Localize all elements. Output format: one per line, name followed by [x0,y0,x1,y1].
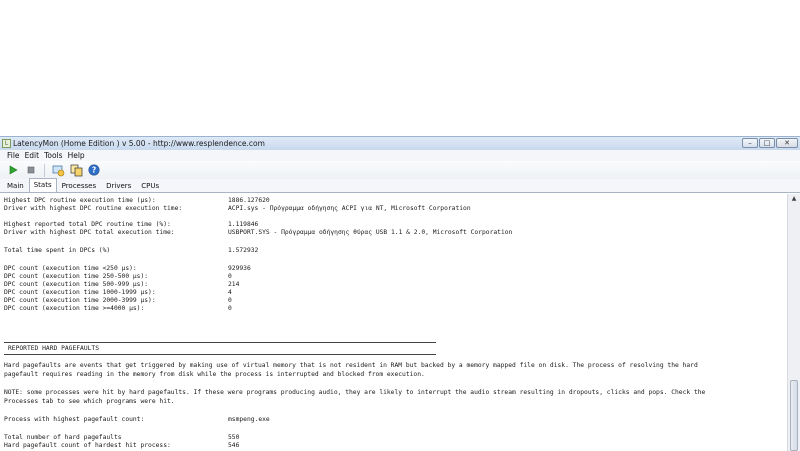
stat-value: 4 [228,289,232,296]
stat-value: 0 [228,273,232,280]
stat-value: USBPORT.SYS - Πρόγραμμα οδήγησης θύρας U… [228,229,513,236]
description-line: Hard pagefaults are events that get trig… [4,362,698,369]
stat-label: Process with highest pagefault count: [4,416,145,423]
menu-edit[interactable]: Edit [25,150,40,161]
help-glyph: ? [92,166,96,175]
stat-label: DPC count (execution time <250 µs): [4,265,137,272]
stat-label: Total number of hard pagefaults [4,434,122,441]
stat-row: Total time spent in DPCs (%) 1.572932 [4,247,258,255]
tab-main[interactable]: Main [2,179,29,192]
stat-label: Highest DPC routine execution time (µs): [4,197,156,204]
vertical-scrollbar[interactable]: ▲ [787,194,800,451]
play-icon[interactable] [6,163,20,177]
stat-row: Driver with highest DPC routine executio… [4,205,471,213]
menu-tools[interactable]: Tools [44,150,62,161]
stat-row: DPC count (execution time >=4000 µs): 0 [4,305,232,313]
app-icon: L [2,139,11,148]
latencymon-window: L LatencyMon (Home Edition ) v 5.00 - ht… [0,136,800,451]
stat-row: Driver with highest DPC total execution … [4,229,512,237]
copy-icon[interactable] [69,163,83,177]
menu-file[interactable]: File [7,150,20,161]
description-line: pagefault requires reading in the memory… [4,371,425,378]
note-line: Processes tab to see which programs were… [4,398,175,405]
window-title: LatencyMon (Home Edition ) v 5.00 - http… [13,139,265,148]
maximize-button[interactable]: □ [759,138,775,148]
stat-value: 546 [228,442,240,449]
stat-value: 1.572932 [228,247,259,254]
menu-help[interactable]: Help [68,150,85,161]
tab-processes[interactable]: Processes [57,179,102,192]
scrollbar-thumb[interactable] [790,380,798,451]
stat-label: DPC count (execution time 2000-3999 µs): [4,297,156,304]
stat-value: 0 [228,297,232,304]
section-heading: REPORTED HARD PAGEFAULTS [8,345,99,352]
stat-row: DPC count (execution time 2000-3999 µs):… [4,297,232,305]
close-button[interactable]: ✕ [776,138,798,148]
stat-row: Hard pagefault count of hardest hit proc… [4,442,239,450]
stat-value: 0 [228,305,232,312]
stats-report[interactable]: Highest DPC routine execution time (µs):… [2,194,785,451]
menu-bar: File Edit Tools Help [0,150,800,161]
stat-value: 550 [228,434,240,441]
stat-label: Total time spent in DPCs (%) [4,247,111,254]
stat-label: DPC count (execution time 250-500 µs): [4,273,149,280]
scroll-up-icon[interactable]: ▲ [789,195,799,206]
minimize-button[interactable]: – [742,138,758,148]
tab-stats[interactable]: Stats [28,178,57,192]
stat-value: 929936 [228,265,251,272]
stat-row: Highest reported total DPC routine time … [4,221,258,229]
stat-value: 1.119846 [228,221,259,228]
stat-value: 214 [228,281,240,288]
title-bar[interactable]: L LatencyMon (Home Edition ) v 5.00 - ht… [0,137,800,150]
section-divider [4,342,436,343]
stat-label: Driver with highest DPC routine executio… [4,205,183,212]
stat-row: Process with highest pagefault count: msm… [4,416,270,424]
tab-drivers[interactable]: Drivers [101,179,136,192]
tab-cpus[interactable]: CPUs [136,179,164,192]
section-divider [4,354,436,355]
stat-row: DPC count (execution time <250 µs): 92993… [4,265,251,273]
process-icon[interactable] [51,163,65,177]
note-line: NOTE: some processes were hit by hard pa… [4,389,706,396]
stat-label: DPC count (execution time 500-999 µs): [4,281,149,288]
stat-label: Highest reported total DPC routine time … [4,221,171,228]
stat-label: DPC count (execution time 1000-1999 µs): [4,289,156,296]
stat-value: msmpeng.exe [228,416,270,423]
stat-value: ACPI.sys - Πρόγραμμα οδήγησης ACPI για N… [228,205,471,212]
stat-row: DPC count (execution time 250-500 µs): 0 [4,273,232,281]
toolbar-separator [44,163,45,177]
stat-row: Total number of hard pagefaults 550 [4,434,239,442]
stat-value: 1886.127620 [228,197,270,204]
stat-label: DPC count (execution time >=4000 µs): [4,305,145,312]
stat-row: Highest DPC routine execution time (µs):… [4,197,270,205]
stat-label: Driver with highest DPC total execution … [4,229,175,236]
tab-strip: Main Stats Processes Drivers CPUs [0,178,800,193]
stat-row: DPC count (execution time 1000-1999 µs):… [4,289,232,297]
stat-row: DPC count (execution time 500-999 µs): 21… [4,281,239,289]
help-icon[interactable]: ? [87,163,101,177]
stat-label: Hard pagefault count of hardest hit proc… [4,442,171,449]
stop-icon[interactable] [24,163,38,177]
window-controls: – □ ✕ [742,138,798,148]
toolbar: ? [0,161,800,179]
